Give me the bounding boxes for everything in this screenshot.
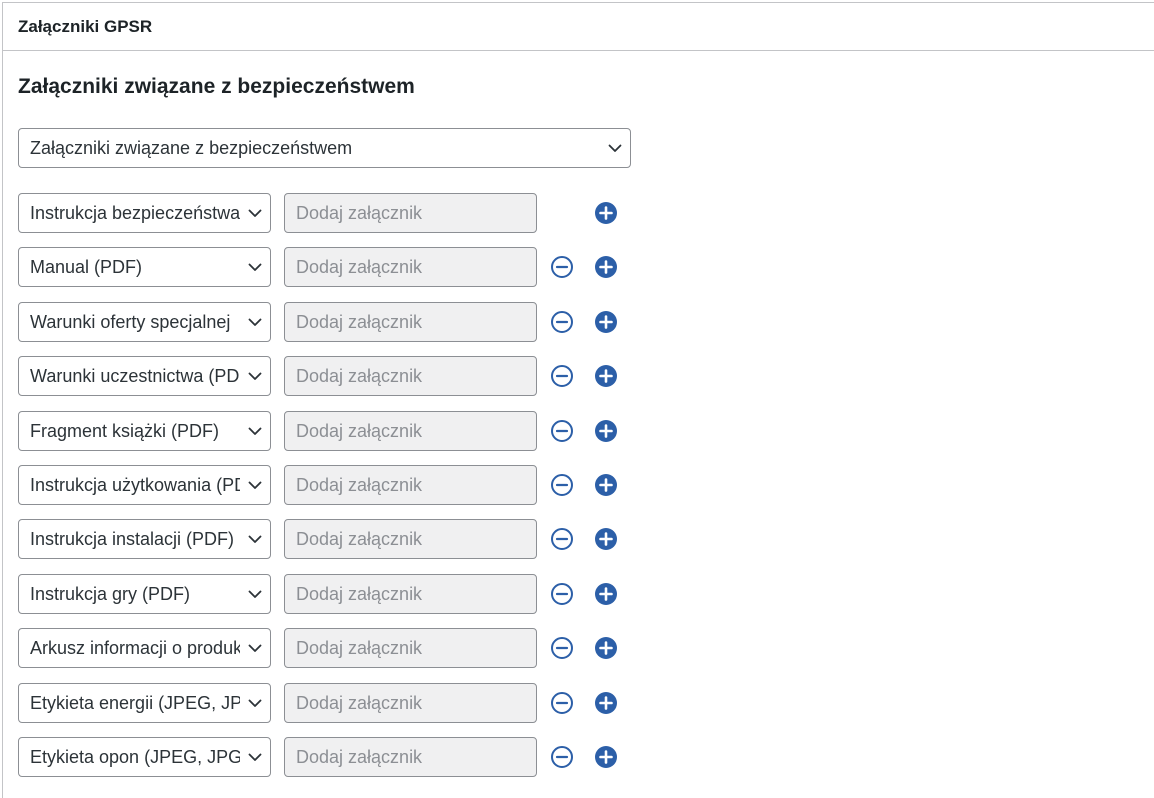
chevron-down-icon	[240, 575, 270, 613]
plus-circle-icon[interactable]	[594, 364, 618, 388]
plus-circle-icon[interactable]	[594, 255, 618, 279]
add-attachment-field[interactable]: Dodaj załącznik	[284, 356, 537, 396]
plus-circle-icon[interactable]	[594, 473, 618, 497]
attachment-type-select[interactable]: Fragment książki (PDF)	[18, 411, 271, 451]
attachment-type-select[interactable]: Warunki uczestnictwa (PDF)	[18, 356, 271, 396]
add-attachment-field[interactable]: Dodaj załącznik	[284, 411, 537, 451]
minus-circle-icon[interactable]	[550, 310, 574, 334]
add-attachment-field[interactable]: Dodaj załącznik	[284, 247, 537, 287]
chevron-down-icon	[240, 520, 270, 558]
plus-circle-icon[interactable]	[594, 527, 618, 551]
attachment-type-select-value: Instrukcja gry (PDF)	[30, 583, 191, 604]
attachment-type-select[interactable]: Manual (PDF)	[18, 247, 271, 287]
minus-circle-icon[interactable]	[550, 419, 574, 443]
minus-circle-icon[interactable]	[550, 255, 574, 279]
attachment-type-select-value: Manual (PDF)	[30, 256, 143, 277]
attachment-type-select[interactable]: Instrukcja gry (PDF)	[18, 574, 271, 614]
section-title: Załączniki związane z bezpieczeństwem	[18, 75, 415, 98]
attachment-type-select[interactable]: Etykieta energii (JPEG, JPG)	[18, 683, 271, 723]
plus-circle-icon[interactable]	[594, 582, 618, 606]
attachment-type-select-value: Warunki oferty specjalnej	[30, 311, 231, 332]
chevron-down-icon	[240, 466, 270, 504]
panel-title: Załączniki GPSR	[3, 3, 1154, 51]
chevron-down-icon	[240, 248, 270, 286]
plus-circle-icon[interactable]	[594, 310, 618, 334]
attachment-type-select-value: Etykieta energii (JPEG, JPG)	[30, 692, 240, 713]
attachment-type-select-value: Instrukcja instalacji (PDF)	[30, 528, 235, 549]
attachment-type-select-value: Warunki uczestnictwa (PDF)	[30, 365, 240, 386]
chevron-down-icon	[240, 629, 270, 667]
attachment-type-select[interactable]: Arkusz informacji o produkcie	[18, 628, 271, 668]
attachment-type-select[interactable]: Warunki oferty specjalnej	[18, 302, 271, 342]
chevron-down-icon	[240, 303, 270, 341]
minus-circle-icon[interactable]	[550, 691, 574, 715]
minus-circle-icon[interactable]	[550, 745, 574, 769]
attachment-category-select[interactable]: Załączniki związane z bezpieczeństwem	[18, 128, 631, 168]
add-attachment-field[interactable]: Dodaj załącznik	[284, 574, 537, 614]
attachment-type-select[interactable]: Instrukcja instalacji (PDF)	[18, 519, 271, 559]
chevron-down-icon	[240, 738, 270, 776]
attachment-type-select[interactable]: Instrukcja bezpieczeństwa	[18, 193, 271, 233]
plus-circle-icon[interactable]	[594, 201, 618, 225]
attachment-type-select-value: Etykieta opon (JPEG, JPG)	[30, 746, 240, 767]
attachment-type-select[interactable]: Instrukcja użytkowania (PDF)	[18, 465, 271, 505]
minus-circle-icon[interactable]	[550, 527, 574, 551]
plus-circle-icon[interactable]	[594, 745, 618, 769]
attachment-type-select-value: Instrukcja użytkowania (PDF)	[30, 474, 240, 495]
add-attachment-field[interactable]: Dodaj załącznik	[284, 193, 537, 233]
chevron-down-icon	[240, 357, 270, 395]
chevron-down-icon	[240, 194, 270, 232]
add-attachment-field[interactable]: Dodaj załącznik	[284, 737, 537, 777]
attachment-type-select-value: Instrukcja bezpieczeństwa	[30, 202, 240, 223]
minus-circle-icon[interactable]	[550, 364, 574, 388]
add-attachment-field[interactable]: Dodaj załącznik	[284, 519, 537, 559]
add-attachment-field[interactable]: Dodaj załącznik	[284, 465, 537, 505]
minus-circle-icon[interactable]	[550, 582, 574, 606]
attachment-type-select-value: Fragment książki (PDF)	[30, 420, 220, 441]
attachment-type-select-value: Arkusz informacji o produkcie	[30, 637, 240, 658]
plus-circle-icon[interactable]	[594, 636, 618, 660]
chevron-down-icon	[600, 129, 630, 167]
add-attachment-field[interactable]: Dodaj załącznik	[284, 302, 537, 342]
chevron-down-icon	[240, 684, 270, 722]
attachment-category-select-value: Załączniki związane z bezpieczeństwem	[30, 137, 353, 158]
add-attachment-field[interactable]: Dodaj załącznik	[284, 628, 537, 668]
minus-circle-icon[interactable]	[550, 636, 574, 660]
add-attachment-field[interactable]: Dodaj załącznik	[284, 683, 537, 723]
chevron-down-icon	[240, 412, 270, 450]
minus-circle-icon[interactable]	[550, 473, 574, 497]
plus-circle-icon[interactable]	[594, 691, 618, 715]
plus-circle-icon[interactable]	[594, 419, 618, 443]
attachment-type-select[interactable]: Etykieta opon (JPEG, JPG)	[18, 737, 271, 777]
gpsr-attachments-panel: Załączniki GPSR Załączniki związane z be…	[2, 2, 1154, 798]
